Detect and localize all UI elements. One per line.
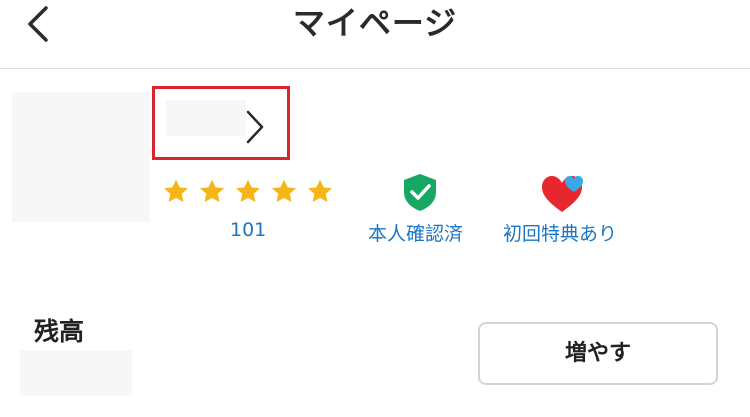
star-icon (272, 179, 296, 203)
shield-check-icon (404, 174, 436, 211)
rating-count[interactable]: 101 (230, 219, 266, 241)
first-bonus-badge-label[interactable]: 初回特典あり (503, 219, 617, 246)
star-icon (200, 179, 224, 203)
balance-label: 残高 (34, 317, 85, 346)
verified-badge-label[interactable]: 本人確認済 (368, 219, 463, 246)
chevron-right-icon (246, 110, 264, 144)
star-icon (236, 179, 260, 203)
user-name (166, 100, 246, 136)
profile-name-link[interactable] (152, 86, 290, 160)
avatar[interactable] (12, 92, 150, 222)
header-bar: マイページ (0, 0, 750, 69)
star-icon (308, 179, 332, 203)
rating-stars (162, 178, 342, 206)
page-title: マイページ (292, 4, 458, 42)
increase-balance-button[interactable]: 増やす (478, 322, 718, 385)
balance-value (20, 350, 132, 396)
hearts-icon (542, 176, 583, 212)
star-icon (164, 179, 188, 203)
